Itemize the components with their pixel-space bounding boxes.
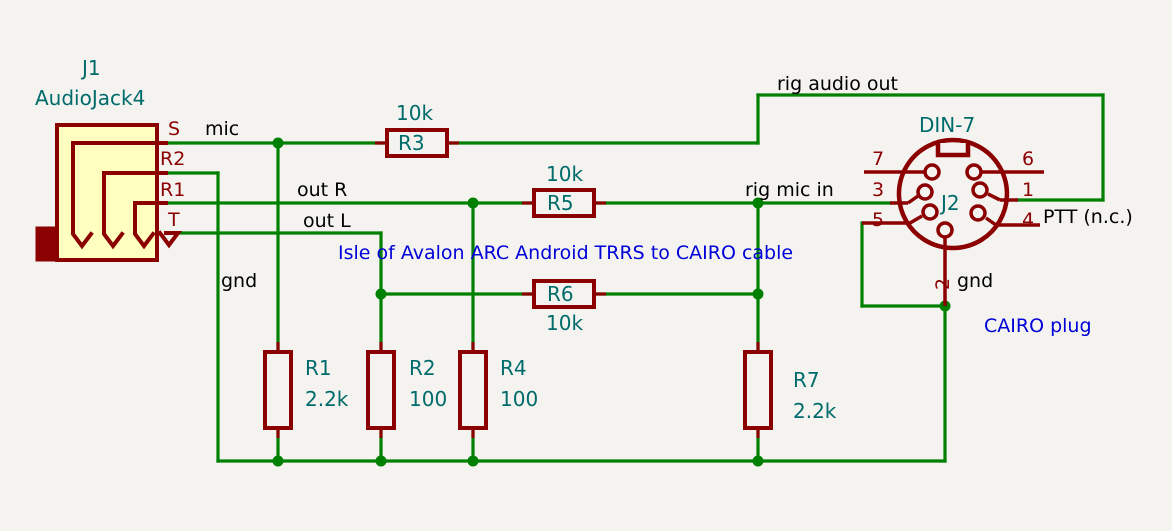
net-label-gnd-right: gnd — [957, 270, 994, 292]
j1-value-label: AudioJack4 — [35, 86, 146, 110]
schematic-canvas — [0, 0, 1172, 531]
j1-pin-t-label: T — [168, 209, 180, 231]
net-label-out-r: out R — [297, 179, 348, 201]
connector-j1-audiojack4[interactable] — [35, 123, 182, 262]
resistor-r4-body[interactable] — [458, 350, 488, 430]
r7-value-label: 2.2k — [793, 399, 837, 423]
sheet-background — [0, 0, 1172, 531]
j2-pin-5-label: 5 — [872, 209, 885, 231]
cairo-plug-note: CAIRO plug — [984, 315, 1092, 337]
net-label-mic: mic — [205, 118, 240, 140]
j2-pin-7-label: 7 — [872, 148, 885, 170]
resistor-r2-body[interactable] — [366, 350, 396, 430]
j2-pin-3-label: 3 — [872, 179, 885, 201]
junction-outr — [467, 197, 479, 209]
j2-pinhole-5 — [921, 203, 939, 221]
j2-pinhole-2 — [936, 221, 954, 239]
j2-pinhole-1 — [971, 181, 989, 199]
junction-mic — [272, 137, 284, 149]
resistor-r7-body[interactable] — [743, 350, 773, 430]
net-label-rig-mic-in: rig mic in — [745, 179, 834, 201]
r3-ref-label: R3 — [398, 131, 425, 155]
r5-value-label: 10k — [546, 162, 584, 186]
net-label-gnd-left: gnd — [221, 270, 258, 292]
r6-value-label: 10k — [546, 311, 584, 335]
r5-ref-label: R5 — [547, 191, 574, 215]
junction-r6 — [752, 288, 764, 300]
j2-pin-4-label: 4 — [1022, 209, 1035, 231]
junction-gnd-r1 — [272, 455, 284, 467]
r1-ref-label: R1 — [305, 356, 332, 380]
j1-pin-s-label: S — [168, 118, 181, 140]
r4-ref-label: R4 — [500, 356, 527, 380]
r4-value-label: 100 — [500, 387, 539, 411]
net-label-out-l: out L — [303, 210, 351, 232]
r1-value-label: 2.2k — [305, 387, 349, 411]
j2-pin-6-label: 6 — [1022, 148, 1035, 170]
r3-value-label: 10k — [396, 101, 434, 125]
j2-ref-label: J2 — [941, 191, 960, 215]
j2-pinhole-3 — [916, 183, 934, 201]
j2-value-label: DIN-7 — [919, 113, 976, 137]
j2-pin-1-label: 1 — [1022, 179, 1035, 201]
j2-pinhole-4 — [969, 204, 987, 222]
j2-keyway — [935, 143, 971, 158]
net-label-rig-audio-out: rig audio out — [777, 73, 898, 95]
junction-gnd-r7 — [752, 455, 764, 467]
j2-pin-2-label: 2 — [932, 277, 954, 290]
j1-pin-r2-label: R2 — [160, 148, 186, 170]
j2-pinhole-7 — [923, 163, 941, 181]
net-label-ptt: PTT (n.c.) — [1043, 206, 1133, 228]
j1-ref-label: J1 — [82, 56, 101, 80]
r2-ref-label: R2 — [409, 356, 436, 380]
j2-pinhole-6 — [965, 163, 983, 181]
j1-pin-r1-label: R1 — [160, 179, 186, 201]
r6-ref-label: R6 — [547, 282, 574, 306]
r2-value-label: 100 — [409, 387, 448, 411]
junction-gnd-r2 — [375, 455, 387, 467]
r7-ref-label: R7 — [793, 368, 820, 392]
junction-outl — [375, 288, 387, 300]
junction-gnd-r4 — [467, 455, 479, 467]
resistor-r1-body[interactable] — [263, 350, 293, 430]
sheet-title-note: Isle of Avalon ARC Android TRRS to CAIRO… — [338, 242, 794, 264]
